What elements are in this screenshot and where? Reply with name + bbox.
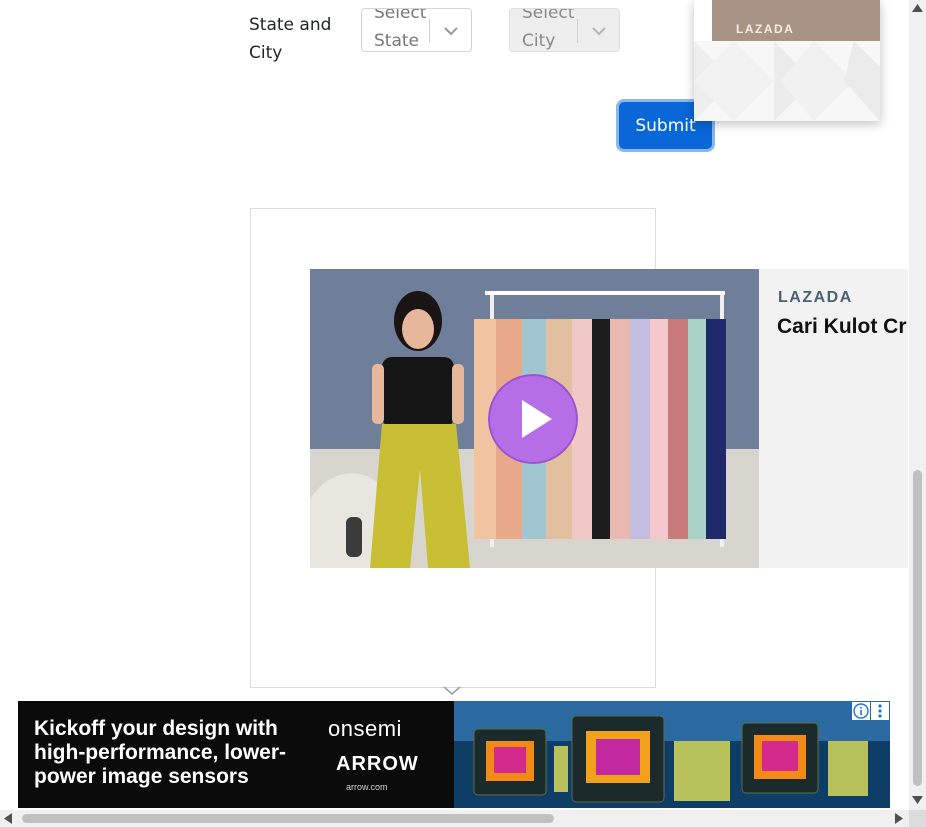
video-ad-title[interactable]: Cari Kulot Cr xyxy=(777,315,907,339)
popup-ad[interactable]: LAZADA xyxy=(694,0,880,121)
state-select-placeholder: Select State xyxy=(374,8,427,51)
bottom-banner-ad[interactable]: Kickoff your design with high-performanc… xyxy=(18,701,890,808)
state-select[interactable]: Select State xyxy=(361,8,472,52)
banner-sensor-image xyxy=(454,701,890,808)
info-icon[interactable] xyxy=(852,702,870,720)
scroll-up-icon[interactable] xyxy=(912,4,923,12)
banner-brand-arrow: ARROW xyxy=(336,753,419,775)
city-select[interactable]: Select City xyxy=(509,8,620,52)
scroll-down-icon[interactable] xyxy=(912,796,923,804)
select-separator xyxy=(577,19,578,43)
popup-ad-pattern xyxy=(694,41,880,121)
popup-ad-brand: LAZADA xyxy=(736,22,795,36)
select-separator xyxy=(429,19,430,43)
banner-url: arrow.com xyxy=(346,782,388,792)
more-vertical-icon[interactable] xyxy=(871,702,889,720)
scroll-right-icon[interactable] xyxy=(895,813,903,824)
chevron-down-icon[interactable] xyxy=(588,20,610,42)
video-ad-brand: LAZADA xyxy=(778,289,853,306)
scrollbar-corner xyxy=(909,810,926,827)
horizontal-scrollbar[interactable] xyxy=(0,810,909,827)
banner-headline: Kickoff your design with high-performanc… xyxy=(34,717,287,788)
banner-brand-onsemi: onsemi xyxy=(328,716,402,741)
state-city-label: State and City xyxy=(249,15,332,63)
chevron-down-icon[interactable] xyxy=(442,684,462,698)
video-ad[interactable]: LAZADA Cari Kulot Cr xyxy=(310,269,908,568)
vertical-scrollbar[interactable] xyxy=(909,0,926,810)
vertical-scroll-thumb[interactable] xyxy=(913,470,922,786)
scroll-left-icon[interactable] xyxy=(4,813,12,824)
horizontal-scroll-thumb[interactable] xyxy=(22,814,554,823)
city-select-placeholder: Select City xyxy=(522,8,575,51)
play-icon[interactable] xyxy=(488,374,578,464)
chevron-down-icon[interactable] xyxy=(440,20,462,42)
